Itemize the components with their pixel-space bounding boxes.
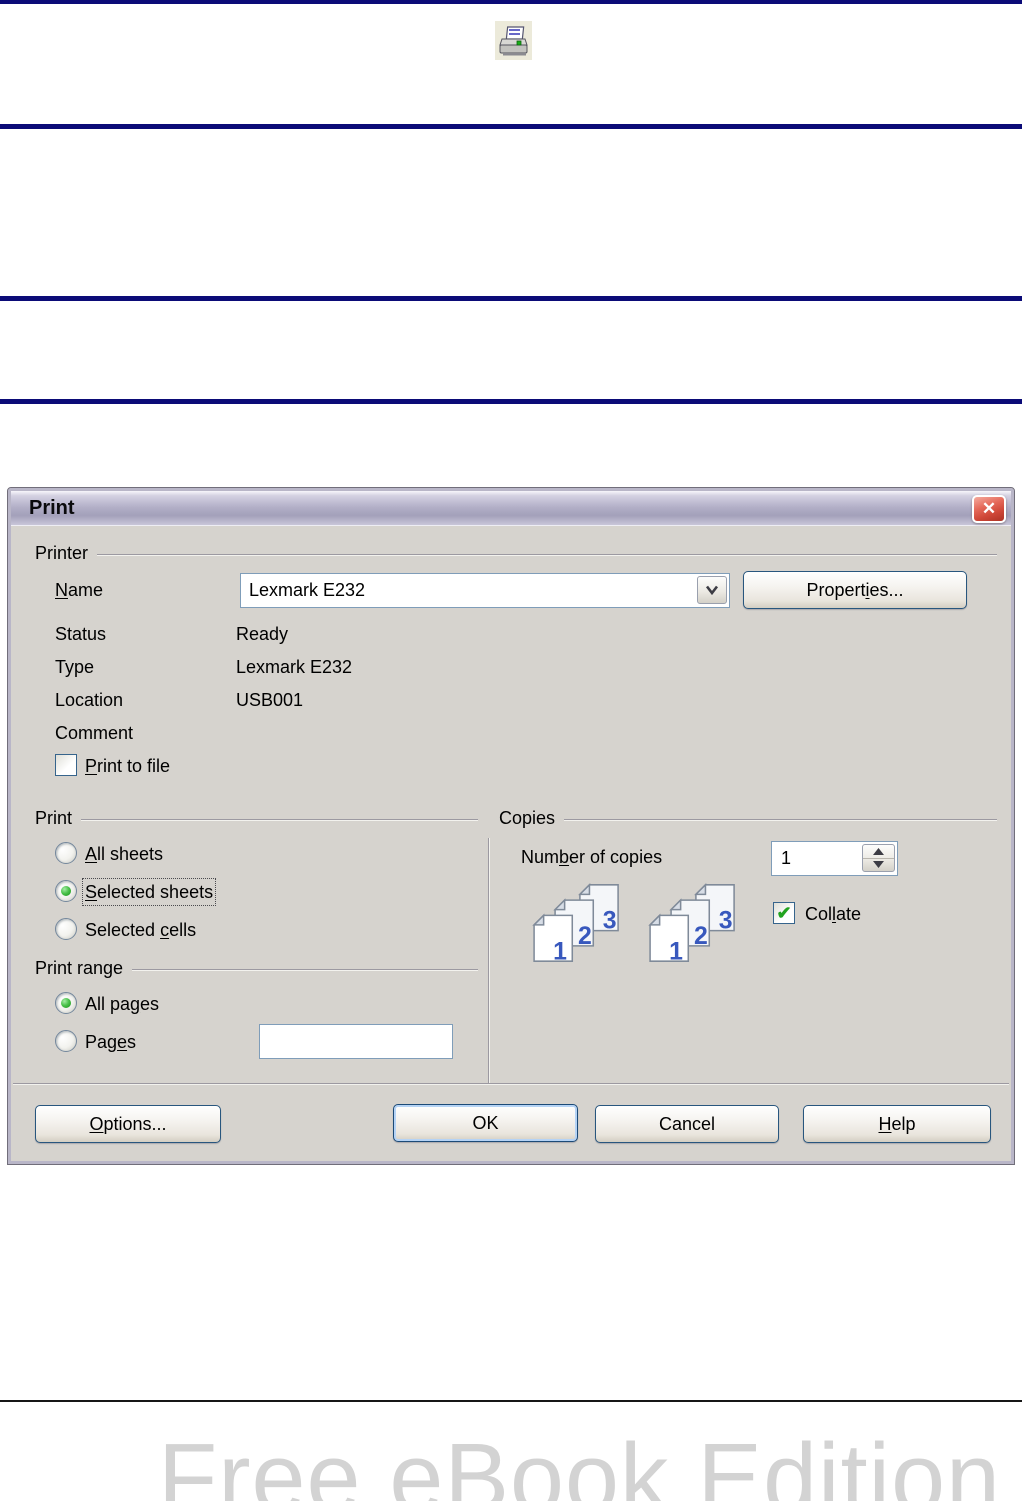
dialog-titlebar[interactable]: Print: [11, 491, 1011, 526]
comment-label: Comment: [55, 723, 134, 743]
type-label: Type: [55, 657, 95, 677]
print-group-label: Print: [35, 808, 73, 828]
svg-text:3: 3: [603, 908, 617, 935]
collate-pages-icon: 123: [648, 882, 735, 965]
selected-sheets-label[interactable]: Selected sheets: [81, 878, 217, 906]
print-range-group-label: Print range: [35, 958, 124, 978]
spin-up-button[interactable]: [863, 845, 894, 858]
all-pages-label[interactable]: All pages: [85, 993, 159, 1015]
collate-pages-icon: 123: [532, 882, 619, 965]
copies-group-header: Copies: [499, 808, 997, 829]
page-rule-2: [0, 124, 1022, 129]
pages-radio[interactable]: [55, 1030, 77, 1052]
all-sheets-radio[interactable]: [55, 842, 77, 864]
svg-text:2: 2: [694, 923, 708, 950]
check-icon: ✔: [776, 903, 792, 923]
number-of-copies-label: Number of copies: [521, 847, 663, 867]
page-rule-4: [0, 399, 1022, 404]
spin-down-button[interactable]: [863, 857, 894, 872]
printer-group-label: Printer: [35, 543, 89, 563]
document-page: Print ✕ Printer Name Lexmark E232 Proper…: [0, 0, 1022, 1501]
print-file-directly-button[interactable]: [495, 21, 532, 60]
copies-group-label: Copies: [499, 808, 556, 828]
collate-label[interactable]: Collate: [805, 903, 861, 925]
printer-name-combobox[interactable]: Lexmark E232: [240, 573, 730, 608]
chevron-down-icon: [705, 585, 719, 595]
location-value: USB001: [236, 690, 304, 710]
print-group-header: Print: [35, 808, 478, 829]
pages-input[interactable]: [259, 1024, 453, 1059]
help-button[interactable]: Help: [803, 1105, 991, 1143]
svg-text:2: 2: [578, 923, 592, 950]
print-range-group-header: Print range: [35, 958, 478, 979]
printer-name-dropdown-button[interactable]: [697, 576, 727, 604]
copies-value: 1: [781, 848, 792, 868]
collate-checkbox[interactable]: ✔: [773, 902, 795, 924]
print-to-file-checkbox[interactable]: [55, 754, 77, 776]
type-value: Lexmark E232: [236, 657, 353, 677]
svg-text:3: 3: [719, 908, 733, 935]
section-divider: [488, 838, 490, 1084]
print-to-file-label[interactable]: Print to file: [85, 755, 170, 777]
all-sheets-label[interactable]: All sheets: [85, 843, 163, 865]
status-value: Ready: [236, 624, 289, 644]
selected-cells-label[interactable]: Selected cells: [85, 919, 196, 941]
number-of-copies-spinbox[interactable]: 1: [771, 841, 898, 876]
button-row-separator: [13, 1083, 1009, 1085]
location-label: Location: [55, 690, 124, 710]
status-label: Status: [55, 624, 107, 644]
dialog-title: Print: [29, 496, 75, 519]
all-pages-radio[interactable]: [55, 992, 77, 1014]
options-button[interactable]: Options...: [35, 1105, 221, 1143]
svg-text:1: 1: [669, 938, 683, 965]
svg-text:1: 1: [553, 938, 567, 965]
print-dialog: Print ✕ Printer Name Lexmark E232 Proper…: [7, 487, 1015, 1165]
printer-name-value: Lexmark E232: [249, 580, 366, 600]
properties-button[interactable]: Properties...: [743, 571, 967, 609]
printer-icon: [498, 25, 528, 55]
spin-up-icon: [873, 847, 884, 855]
footer-rule: [0, 1400, 1022, 1402]
copies-spinner: [862, 844, 895, 872]
close-button[interactable]: ✕: [972, 495, 1006, 523]
selected-cells-radio[interactable]: [55, 918, 77, 940]
free-ebook-watermark: Free eBook Edition: [158, 1423, 1001, 1501]
selected-sheets-radio[interactable]: [55, 880, 77, 902]
close-icon: ✕: [981, 499, 997, 518]
printer-group-header: Printer: [35, 543, 997, 564]
pages-label[interactable]: Pages: [85, 1031, 136, 1053]
ok-button[interactable]: OK: [393, 1104, 578, 1142]
page-rule-top: [0, 0, 1022, 4]
page-rule-3: [0, 296, 1022, 301]
spin-down-icon: [873, 861, 884, 869]
printer-name-label: Name: [55, 580, 104, 600]
cancel-button[interactable]: Cancel: [595, 1105, 779, 1143]
